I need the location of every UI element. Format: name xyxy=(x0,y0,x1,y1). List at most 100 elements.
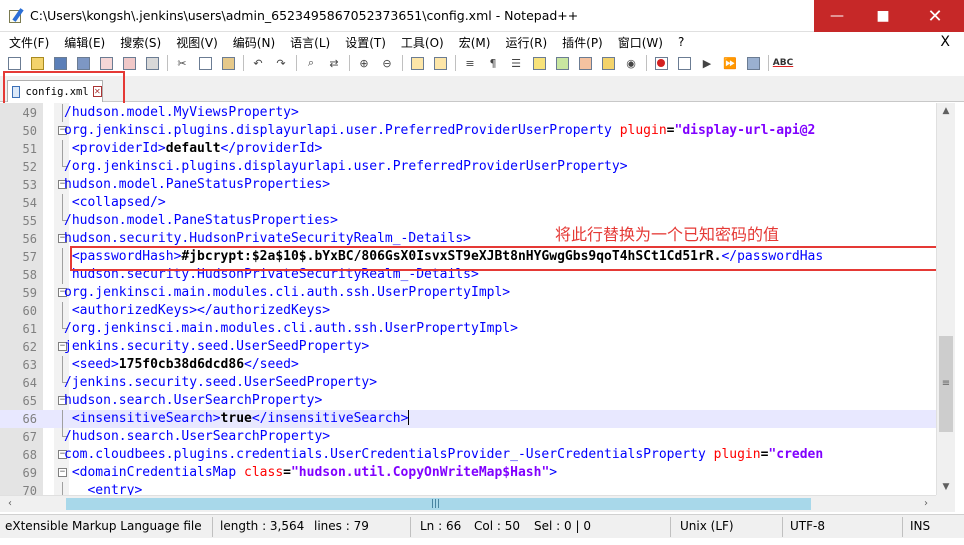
zoom-in-icon[interactable]: ⊕ xyxy=(356,55,372,71)
code-line[interactable]: 70 <entry> xyxy=(0,482,936,495)
line-number: 54 xyxy=(22,196,37,210)
close-file-icon[interactable] xyxy=(98,55,114,71)
code-text: hudson.model.PaneStatusProperties> xyxy=(64,176,330,194)
code-line[interactable]: 51 <providerId>default</providerId> xyxy=(0,140,936,158)
find-icon[interactable]: ⌕ xyxy=(303,55,319,71)
sync-horizontal-icon[interactable] xyxy=(432,55,448,71)
code-line[interactable]: 62− jenkins.security.seed.UserSeedPropert… xyxy=(0,338,936,356)
vertical-scrollbar[interactable]: ▲ ≡ ▼ xyxy=(936,103,955,495)
folder-workspace-icon[interactable] xyxy=(600,55,616,71)
code-line[interactable]: 50− org.jenkinsci.plugins.displayurlapi.u… xyxy=(0,122,936,140)
code-line[interactable]: 63 <seed>175f0cb38d6dcd86</seed> xyxy=(0,356,936,374)
title-bar: C:\Users\kongsh\.jenkins\users\admin_652… xyxy=(0,0,964,32)
close-document-button[interactable]: X xyxy=(940,32,950,52)
code-line[interactable]: 69− <domainCredentialsMap class="hudson.… xyxy=(0,464,936,482)
open-file-icon[interactable] xyxy=(29,55,45,71)
play-macro-icon[interactable]: ▶ xyxy=(699,55,715,71)
menu-view[interactable]: 视图(V) xyxy=(167,34,224,51)
scroll-down-icon[interactable]: ▼ xyxy=(937,479,955,495)
line-number: 56 xyxy=(22,232,37,246)
menu-file[interactable]: 文件(F) xyxy=(0,34,55,51)
code-token-tag: <insensitiveSearch> xyxy=(64,411,221,426)
run-macro-multiple-icon[interactable]: ⏩ xyxy=(722,55,738,71)
record-macro-icon[interactable] xyxy=(653,55,669,71)
minimize-button[interactable]: — xyxy=(814,0,860,32)
toolbar-separator xyxy=(768,55,769,71)
code-line[interactable]: 66 <insensitiveSearch>true</insensitiveS… xyxy=(0,410,936,428)
zoom-out-icon[interactable]: ⊖ xyxy=(379,55,395,71)
scroll-left-icon[interactable]: ‹ xyxy=(2,496,18,512)
cut-icon[interactable]: ✂ xyxy=(174,55,190,71)
save-all-icon[interactable] xyxy=(75,55,91,71)
status-encoding[interactable]: UTF-8 xyxy=(790,519,825,533)
close-all-icon[interactable] xyxy=(121,55,137,71)
function-list-icon[interactable] xyxy=(577,55,593,71)
menu-tools[interactable]: 工具(O) xyxy=(392,34,450,51)
scroll-up-icon[interactable]: ▲ xyxy=(937,103,955,119)
show-all-chars-icon[interactable]: ¶ xyxy=(485,55,501,71)
toolbar-separator xyxy=(296,55,297,71)
menu-run[interactable]: 运行(R) xyxy=(496,34,553,51)
code-line[interactable]: 59− org.jenkinsci.main.modules.cli.auth.s… xyxy=(0,284,936,302)
undo-icon[interactable]: ↶ xyxy=(250,55,266,71)
save-icon[interactable] xyxy=(52,55,68,71)
line-number: 52 xyxy=(22,160,37,174)
code-line[interactable]: 65− hudson.search.UserSearchProperty> xyxy=(0,392,936,410)
code-token-tag: <seed> xyxy=(64,357,119,372)
code-token-tag: com.cloudbees.plugins.credentials.UserCr… xyxy=(64,447,714,462)
paste-icon[interactable] xyxy=(220,55,236,71)
new-file-icon[interactable] xyxy=(6,55,22,71)
code-text: <seed>175f0cb38d6dcd86</seed> xyxy=(64,356,299,374)
stop-macro-icon[interactable] xyxy=(676,55,692,71)
fold-line-marker xyxy=(62,410,63,428)
replace-icon[interactable]: ⇄ xyxy=(326,55,342,71)
sync-vertical-icon[interactable] xyxy=(409,55,425,71)
menu-language[interactable]: 语言(L) xyxy=(281,34,336,51)
status-insert-mode[interactable]: INS xyxy=(910,519,930,533)
code-line[interactable]: 55/hudson.model.PaneStatusProperties> xyxy=(0,212,936,230)
menu-macro[interactable]: 宏(M) xyxy=(450,34,497,51)
doc-map-icon[interactable] xyxy=(554,55,570,71)
code-token-tag: /org.jenkinsci.plugins.displayurlapi.use… xyxy=(64,159,628,174)
code-line[interactable]: 64/jenkins.security.seed.UserSeedPropert… xyxy=(0,374,936,392)
code-line[interactable]: 67/hudson.search.UserSearchProperty> xyxy=(0,428,936,446)
line-number: 58 xyxy=(22,268,37,282)
scroll-right-icon[interactable]: › xyxy=(918,496,934,512)
code-token-val: "display-url-api@2 xyxy=(674,123,816,138)
line-number: 65 xyxy=(22,394,37,408)
menu-settings[interactable]: 设置(T) xyxy=(336,34,392,51)
menu-plugins[interactable]: 插件(P) xyxy=(553,34,609,51)
toolbar-separator xyxy=(243,55,244,71)
code-line[interactable]: 52/org.jenkinsci.plugins.displayurlapi.u… xyxy=(0,158,936,176)
menu-edit[interactable]: 编辑(E) xyxy=(55,34,111,51)
language-icon[interactable] xyxy=(531,55,547,71)
menu-help[interactable]: ? xyxy=(669,35,690,49)
menu-window[interactable]: 窗口(W) xyxy=(609,34,669,51)
status-eol[interactable]: Unix (LF) xyxy=(680,519,734,533)
print-icon[interactable] xyxy=(144,55,160,71)
maximize-button[interactable]: ■ xyxy=(860,0,906,32)
code-line[interactable]: 61/org.jenkinsci.main.modules.cli.auth.s… xyxy=(0,320,936,338)
redo-icon[interactable]: ↷ xyxy=(273,55,289,71)
indent-guide-icon[interactable]: ☰ xyxy=(508,55,524,71)
code-line[interactable]: 68− com.cloudbees.plugins.credentials.Use… xyxy=(0,446,936,464)
menu-search[interactable]: 搜索(S) xyxy=(111,34,167,51)
code-line[interactable]: 49/hudson.model.MyViewsProperty> xyxy=(0,104,936,122)
spellcheck-icon[interactable]: ABC xyxy=(773,55,793,71)
editor-area[interactable]: 49/hudson.model.MyViewsProperty> 50− org.j… xyxy=(0,103,936,495)
status-length: length : 3,564 xyxy=(220,519,305,533)
code-text: org.jenkinsci.main.modules.cli.auth.ssh.… xyxy=(64,284,510,302)
code-line[interactable]: 54 <collapsed/> xyxy=(0,194,936,212)
horizontal-scrollbar[interactable]: ‹ ||| › xyxy=(0,495,936,512)
copy-icon[interactable] xyxy=(197,55,213,71)
code-line[interactable]: 60 <authorizedKeys></authorizedKeys> xyxy=(0,302,936,320)
close-button[interactable]: ✕ xyxy=(906,0,964,32)
line-number: 66 xyxy=(22,412,37,426)
save-macro-icon[interactable] xyxy=(745,55,761,71)
toolbar: ✂ ↶ ↷ ⌕ ⇄ ⊕ ⊖ ≡ ¶ ☰ ◉ ▶ ⏩ ABC xyxy=(0,52,964,74)
monitoring-icon[interactable]: ◉ xyxy=(623,55,639,71)
code-line[interactable]: 53− hudson.model.PaneStatusProperties> xyxy=(0,176,936,194)
menu-encoding[interactable]: 编码(N) xyxy=(224,34,281,51)
status-line-number: Ln : 66 xyxy=(420,519,462,533)
word-wrap-icon[interactable]: ≡ xyxy=(462,55,478,71)
